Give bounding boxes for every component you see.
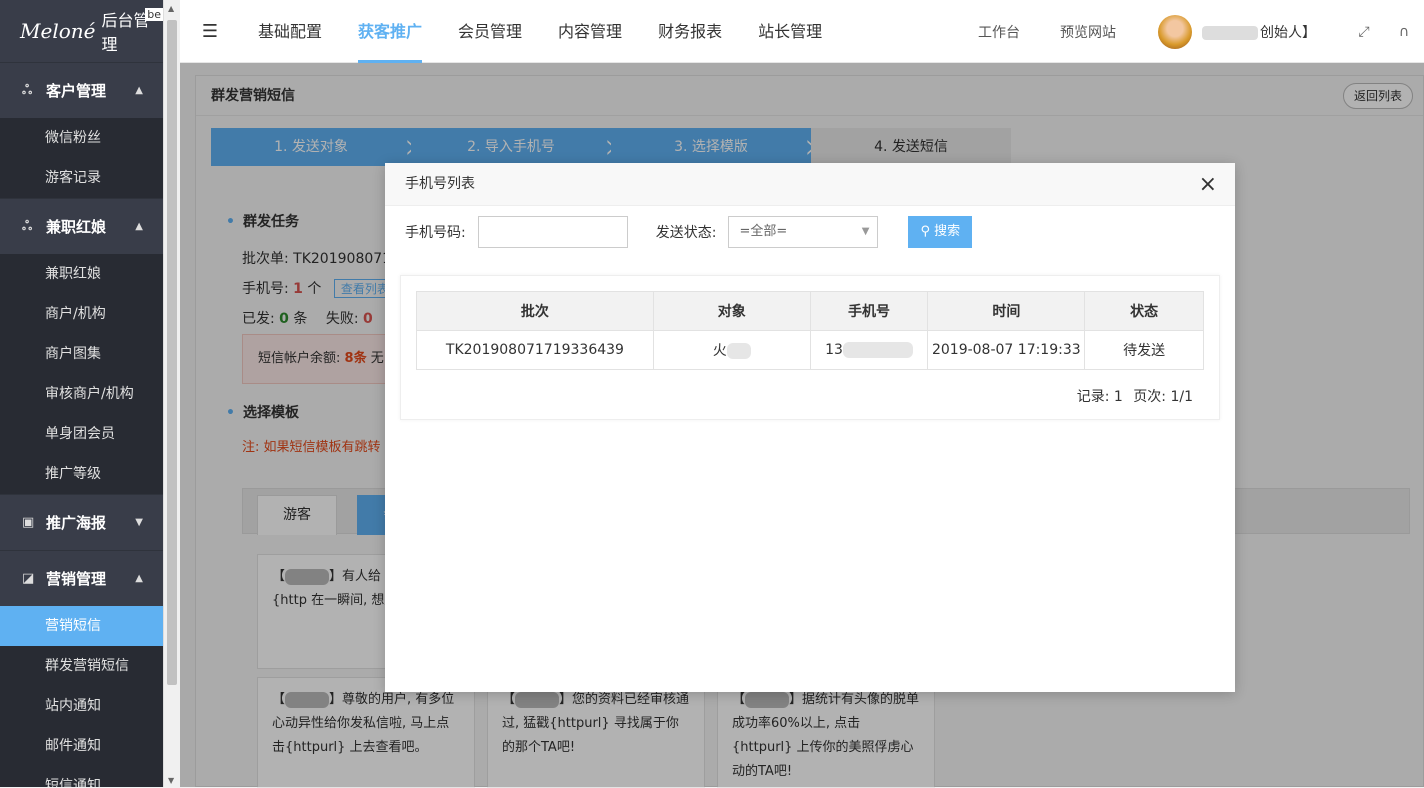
column-header: 对象 xyxy=(652,291,811,331)
tab-site-management[interactable]: 站长管理 xyxy=(740,0,840,63)
search-button-label: 搜索 xyxy=(934,224,961,239)
close-icon[interactable]: × xyxy=(1199,163,1217,206)
cell-phone: 13 xyxy=(809,330,929,370)
top-bar: ☰ 基础配置 获客推广 会员管理 内容管理 财务报表 站长管理 工作台 预览网站… xyxy=(180,0,1424,63)
sidebar-item-merchants[interactable]: 商户/机构 xyxy=(0,294,163,334)
nav-group-label: 营销管理 xyxy=(46,570,107,588)
sidebar-item-email-notice[interactable]: 邮件通知 xyxy=(0,726,163,766)
phone-filter-label: 手机号码: xyxy=(405,225,466,241)
sidebar-item-review-merchants[interactable]: 审核商户/机构 xyxy=(0,374,163,414)
headset-icon[interactable]: ∩ xyxy=(1384,24,1424,40)
search-button[interactable]: ⚲ 搜索 xyxy=(908,216,973,248)
username[interactable]: 创始人】 xyxy=(1202,22,1316,42)
sidebar-item-promo-levels[interactable]: 推广等级 xyxy=(0,454,163,494)
username-text: 创始人】 xyxy=(1260,24,1316,41)
column-header: 状态 xyxy=(1084,291,1204,331)
tab-content-management[interactable]: 内容管理 xyxy=(540,0,640,63)
caret-down-icon: ▼ xyxy=(861,226,870,237)
column-header: 时间 xyxy=(927,291,1086,331)
status-select[interactable]: =全部= ▼ xyxy=(728,216,879,248)
top-right: 工作台 预览网站 创始人】 ⤢ ∩ xyxy=(958,0,1424,63)
calendar-icon: ▣ xyxy=(22,515,35,530)
tab-basic-config[interactable]: 基础配置 xyxy=(240,0,340,63)
column-header: 手机号 xyxy=(809,291,929,331)
avatar[interactable] xyxy=(1158,14,1192,49)
nav-group-label: 客户管理 xyxy=(46,82,107,100)
chart-icon: ◪ xyxy=(22,571,35,586)
logo: Meloné 后台管理 be xyxy=(0,0,163,62)
table-header-row: 批次 对象 手机号 时间 状态 xyxy=(416,291,1204,331)
table-card: 批次 对象 手机号 时间 状态 TK201908071719336439 火 1… xyxy=(400,275,1220,420)
sidebar-item-site-notice[interactable]: 站内通知 xyxy=(0,686,163,726)
redacted-text xyxy=(726,343,751,359)
nav-group-label: 推广海报 xyxy=(46,514,107,532)
sidebar-item-marketing-sms[interactable]: 营销短信 xyxy=(0,606,163,646)
chevron-up-icon: ▲ xyxy=(135,85,143,96)
nav-group-matchmaker[interactable]: ஃ 兼职红娘 ▲ xyxy=(0,198,163,254)
column-header: 批次 xyxy=(416,291,654,331)
sidebar-scrollbar[interactable]: ▲ ▼ xyxy=(163,0,180,787)
search-icon: ⚲ xyxy=(920,224,930,239)
top-nav: 基础配置 获客推广 会员管理 内容管理 财务报表 站长管理 xyxy=(240,0,840,63)
fullscreen-icon[interactable]: ⤢ xyxy=(1344,24,1384,40)
nav-group-posters[interactable]: ▣ 推广海报 ▼ xyxy=(0,494,163,550)
modal-header: 手机号列表 × xyxy=(385,163,1235,206)
cell-time: 2019-08-07 17:19:33 xyxy=(927,330,1086,370)
tab-finance-reports[interactable]: 财务报表 xyxy=(640,0,740,63)
sidebar-item-wechat-fans[interactable]: 微信粉丝 xyxy=(0,118,163,158)
sidebar-item-visitor-records[interactable]: 游客记录 xyxy=(0,158,163,198)
workbench-link[interactable]: 工作台 xyxy=(958,22,1040,42)
nav-group-label: 兼职红娘 xyxy=(46,218,107,236)
scrollbar-thumb[interactable] xyxy=(167,20,177,685)
tab-member-management[interactable]: 会员管理 xyxy=(440,0,540,63)
modal-title: 手机号列表 xyxy=(405,176,475,192)
redacted-text xyxy=(842,342,913,358)
table-row: TK201908071719336439 火 13 2019-08-07 17:… xyxy=(416,330,1204,370)
pages-value: 1/1 xyxy=(1170,389,1193,405)
status-select-value: =全部= xyxy=(739,224,788,239)
filter-bar: 手机号码: 发送状态: =全部= ▼ ⚲ 搜索 xyxy=(405,216,973,248)
chevron-up-icon: ▲ xyxy=(135,573,143,584)
target-text: 火 xyxy=(712,343,727,359)
users-icon: ஃ xyxy=(22,218,33,234)
scroll-down-icon[interactable]: ▼ xyxy=(168,776,174,785)
phone-list-modal: 手机号列表 × 手机号码: 发送状态: =全部= ▼ ⚲ 搜索 批次 对象 手机… xyxy=(385,163,1235,692)
records-label: 记录: xyxy=(1076,389,1110,405)
phone-search-input[interactable] xyxy=(477,216,628,248)
sidebar-item-merchant-gallery[interactable]: 商户图集 xyxy=(0,334,163,374)
pages-label: 页次: xyxy=(1133,389,1167,405)
chevron-up-icon: ▲ xyxy=(135,221,143,232)
logo-mark: Meloné xyxy=(20,19,96,43)
sidebar: Meloné 后台管理 be ஃ 客户管理 ▲ 微信粉丝 游客记录 ஃ 兼职红娘… xyxy=(0,0,163,787)
records-value: 1 xyxy=(1113,389,1123,405)
beta-badge: be xyxy=(145,8,163,21)
status-filter-label: 发送状态: xyxy=(655,225,717,241)
nav-group-marketing[interactable]: ◪ 营销管理 ▲ xyxy=(0,550,163,606)
pagination-info: 记录: 1 页次: 1/1 xyxy=(1077,386,1193,406)
tab-customer-acquisition[interactable]: 获客推广 xyxy=(340,0,440,63)
chevron-down-icon: ▼ xyxy=(135,517,143,528)
scroll-up-icon[interactable]: ▲ xyxy=(168,4,174,13)
nav-group-customers[interactable]: ஃ 客户管理 ▲ xyxy=(0,62,163,118)
redacted-name xyxy=(1202,25,1258,40)
preview-site-link[interactable]: 预览网站 xyxy=(1040,22,1136,42)
sidebar-item-singles-members[interactable]: 单身团会员 xyxy=(0,414,163,454)
sidebar-item-bulk-sms[interactable]: 群发营销短信 xyxy=(0,646,163,686)
cell-target: 火 xyxy=(652,330,811,370)
users-icon: ஃ xyxy=(22,82,33,98)
cell-status: 待发送 xyxy=(1084,330,1204,370)
sidebar-item-matchmaker[interactable]: 兼职红娘 xyxy=(0,254,163,294)
cell-batch: TK201908071719336439 xyxy=(416,330,654,370)
menu-toggle-icon[interactable]: ☰ xyxy=(180,21,240,42)
phone-text: 13 xyxy=(825,342,843,358)
phone-table: 批次 对象 手机号 时间 状态 TK201908071719336439 火 1… xyxy=(416,291,1204,370)
sidebar-item-sms-notice[interactable]: 短信通知 xyxy=(0,766,163,787)
